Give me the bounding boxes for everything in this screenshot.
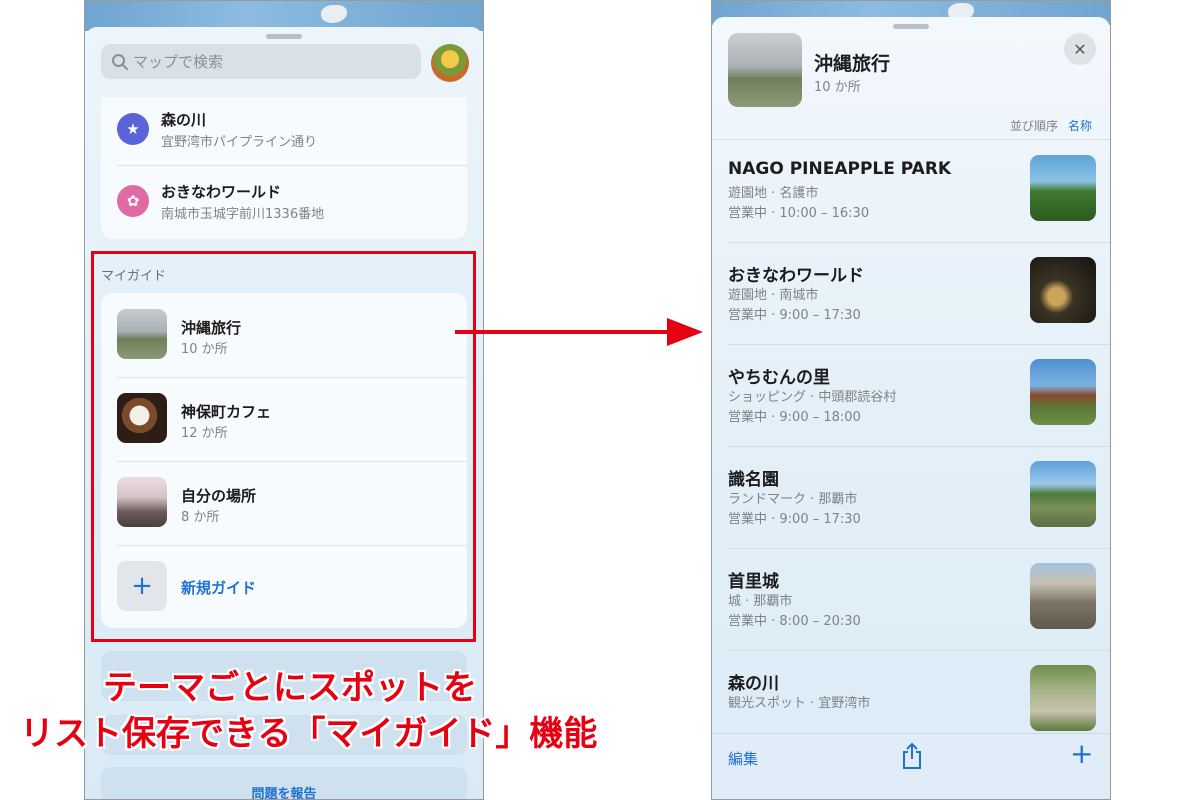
place-photo	[1030, 563, 1096, 629]
map-island	[321, 5, 347, 23]
place-photo	[1030, 665, 1096, 731]
bottom-toolbar: 編集 +	[712, 733, 1110, 799]
guide-title: 沖縄旅行	[814, 53, 891, 75]
place-photo	[1030, 461, 1096, 527]
guide-thumbnail	[117, 309, 167, 359]
guide-row[interactable]: 沖縄旅行 10 か所	[101, 293, 467, 377]
place-photo	[1030, 155, 1096, 221]
search-placeholder: マップで検索	[133, 53, 224, 71]
arrow-right-icon	[455, 318, 703, 346]
place-photo	[1030, 257, 1096, 323]
place-hours: 営業中 · 9:00 – 18:00	[728, 410, 861, 425]
place-name: 森の川	[728, 674, 779, 694]
search-input[interactable]: マップで検索	[101, 44, 421, 79]
favorite-row[interactable]: ✿ おきなわワールド 南城市玉城字前川1336番地	[101, 169, 467, 239]
share-icon[interactable]	[900, 742, 924, 770]
guide-title: 自分の場所	[181, 487, 257, 505]
new-guide-button[interactable]: 新規ガイド	[181, 577, 256, 598]
divider	[117, 545, 467, 546]
avatar[interactable]	[431, 44, 469, 82]
close-icon: ✕	[1073, 39, 1087, 59]
sheet-grabber[interactable]	[893, 24, 929, 29]
place-hours: 営業中 · 9:00 – 17:30	[728, 512, 861, 527]
guide-thumbnail	[117, 477, 167, 527]
plus-icon: +	[1070, 737, 1094, 770]
plus-icon[interactable]: +	[117, 561, 167, 611]
edit-button[interactable]: 編集	[728, 748, 758, 769]
sort-option-button[interactable]: 名称	[1068, 117, 1092, 134]
guide-count: 10 か所	[181, 342, 228, 357]
guide-detail-screen: 沖縄旅行 10 か所 ✕ 並び順序 名称 NAGO PINEAPPLE PARK…	[711, 0, 1111, 800]
place-category: 遊園地 · 南城市	[728, 288, 819, 303]
star-icon: ★	[117, 113, 149, 145]
guide-row[interactable]: 自分の場所 8 か所	[101, 461, 467, 545]
place-category: 観光スポット · 宜野湾市	[728, 696, 871, 711]
add-place-button[interactable]: +	[1070, 740, 1093, 768]
divider	[712, 139, 1110, 140]
my-guides-card: 沖縄旅行 10 か所 神保町カフェ 12 か所 自分の場所 8 か所 + 新規ガ…	[101, 293, 467, 628]
sort-label: 並び順序	[1010, 119, 1059, 133]
guide-count: 12 か所	[181, 426, 228, 441]
place-photo	[1030, 359, 1096, 425]
search-icon	[112, 53, 128, 70]
place-row[interactable]: 首里城 城 · 那覇市 営業中 · 8:00 – 20:30	[712, 549, 1110, 651]
guide-title: 神保町カフェ	[181, 403, 272, 421]
place-name: 識名園	[728, 470, 779, 490]
place-row[interactable]: おきなわワールド 遊園地 · 南城市 営業中 · 9:00 – 17:30	[712, 243, 1110, 345]
place-hours: 営業中 · 9:00 – 17:30	[728, 308, 861, 323]
place-name: やちむんの里	[728, 368, 830, 388]
place-category: ショッピング · 中頭郡読谷村	[728, 390, 897, 405]
report-problem-link[interactable]: 問題を報告	[85, 783, 483, 799]
place-row[interactable]: 識名園 ランドマーク · 那覇市 営業中 · 9:00 – 17:30	[712, 447, 1110, 549]
guide-thumbnail	[117, 393, 167, 443]
place-category: 遊園地 · 名護市	[728, 186, 819, 201]
favorites-card: ★ 森の川 宜野湾市パイプライン通り ✿ おきなわワールド 南城市玉城字前川13…	[101, 97, 467, 239]
guide-title: 沖縄旅行	[181, 319, 242, 337]
divider	[117, 165, 467, 166]
favorite-title: 森の川	[161, 111, 207, 129]
place-name: おきなわワールド	[728, 266, 864, 286]
place-category: 城 · 那覇市	[728, 594, 793, 609]
ferris-wheel-icon: ✿	[117, 185, 149, 217]
close-button[interactable]: ✕	[1064, 33, 1096, 65]
favorite-subtitle: 南城市玉城字前川1336番地	[161, 207, 325, 222]
annotation-caption-line1: テーマごとにスポットを	[103, 668, 477, 708]
place-row[interactable]: NAGO PINEAPPLE PARK 遊園地 · 名護市 営業中 · 10:0…	[712, 141, 1110, 243]
guide-row[interactable]: 神保町カフェ 12 か所	[101, 377, 467, 461]
favorite-title: おきなわワールド	[161, 183, 282, 201]
favorite-subtitle: 宜野湾市パイプライン通り	[161, 135, 318, 150]
guide-count: 8 か所	[181, 510, 220, 525]
section-label-my-guides: マイガイド	[101, 269, 167, 284]
sheet-grabber[interactable]	[266, 34, 302, 39]
place-row[interactable]: やちむんの里 ショッピング · 中頭郡読谷村 営業中 · 9:00 – 18:0…	[712, 345, 1110, 447]
place-name: NAGO PINEAPPLE PARK	[728, 159, 952, 179]
annotation-caption-line2: リスト保存できる「マイガイド」機能	[20, 714, 598, 754]
guide-count: 10 か所	[814, 80, 861, 95]
place-category: ランドマーク · 那覇市	[728, 492, 858, 507]
place-hours: 営業中 · 10:00 – 16:30	[728, 206, 870, 221]
favorite-row[interactable]: ★ 森の川 宜野湾市パイプライン通り	[101, 97, 467, 167]
place-name: 首里城	[728, 572, 779, 592]
guide-cover-image	[728, 33, 802, 107]
place-hours: 営業中 · 8:00 – 20:30	[728, 614, 861, 629]
